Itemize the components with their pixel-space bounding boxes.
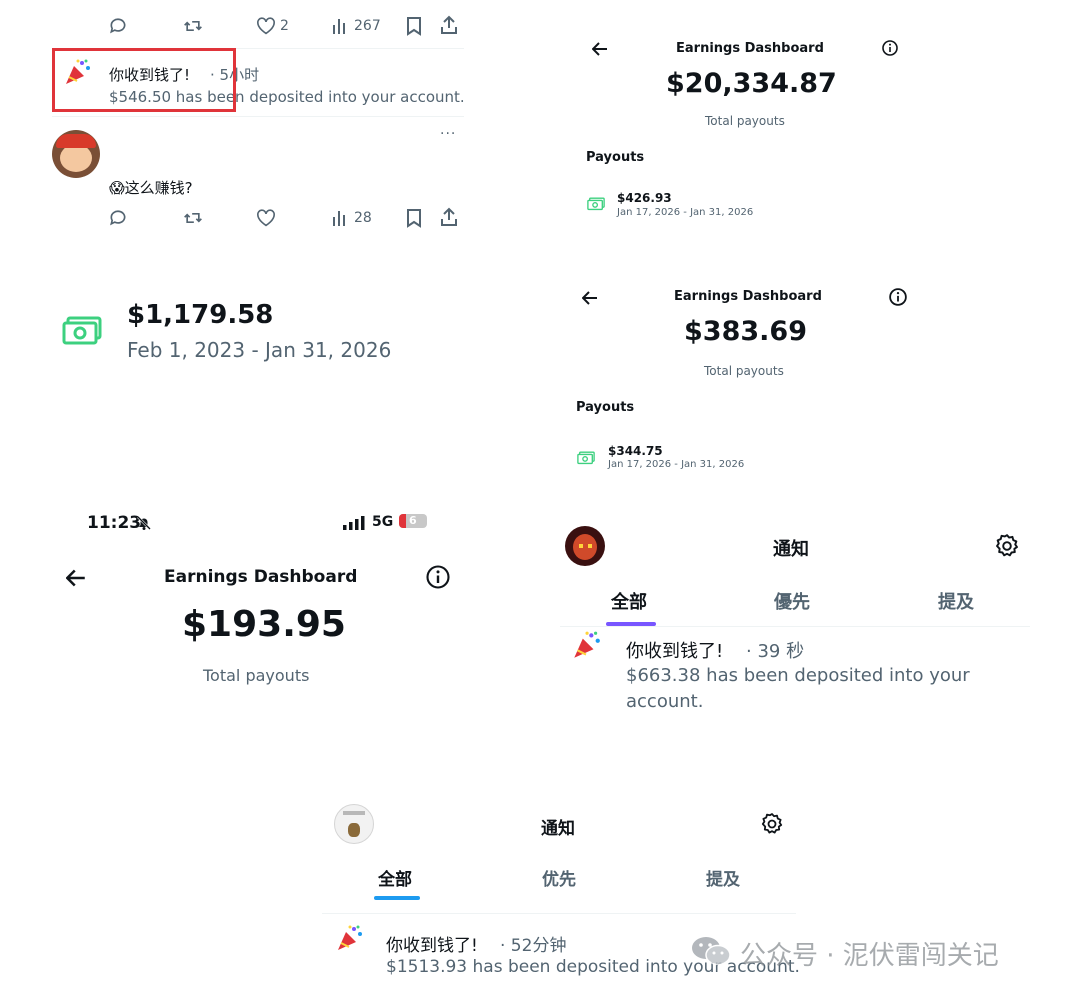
notification-body-line1: $663.38 has been deposited into your: [626, 665, 970, 686]
tab-all[interactable]: 全部: [378, 865, 412, 890]
payout-date-range: Feb 1, 2023 - Jan 31, 2026: [127, 338, 392, 362]
divider: [322, 913, 796, 914]
info-icon[interactable]: [889, 288, 907, 310]
notification-time: · 39 秒: [746, 641, 805, 662]
retweet-icon[interactable]: [182, 16, 204, 40]
avatar[interactable]: [565, 526, 605, 566]
wechat-icon: [690, 934, 732, 972]
like-icon[interactable]: [256, 209, 276, 231]
views-icon[interactable]: [332, 209, 350, 231]
battery-icon: 6: [399, 514, 427, 528]
avatar[interactable]: [52, 130, 100, 178]
tab-priority[interactable]: 优先: [542, 865, 576, 890]
dashboard-title: Earnings Dashboard: [674, 289, 822, 304]
notification-body-line2: account.: [626, 691, 704, 712]
bookmark-icon[interactable]: [406, 208, 422, 232]
earnings-dashboard-a: Earnings Dashboard $20,334.87 Total payo…: [580, 34, 910, 234]
notification-top[interactable]: 你收到钱了! · 5小时 $546.50 has been deposited …: [52, 48, 472, 118]
total-payouts-amount: $20,334.87: [666, 68, 837, 99]
payout-date-range: Jan 17, 2026 - Jan 31, 2026: [617, 207, 754, 218]
share-icon[interactable]: [440, 15, 458, 39]
settings-gear-icon[interactable]: [760, 812, 784, 840]
total-payouts-amount: $193.95: [182, 604, 346, 645]
view-count: 28: [354, 210, 372, 226]
battery-level: 6: [409, 514, 417, 527]
total-payouts-amount: $383.69: [684, 316, 807, 347]
tweet-card: ··· 😱这么赚钱? 28: [52, 122, 472, 232]
phone-earnings-screen: 11:23 5G 6 Earnings Dashboard $193.95 To…: [60, 508, 470, 698]
tab-all[interactable]: 全部: [611, 588, 647, 614]
page-title: 通知: [541, 819, 575, 839]
tweet-action-bar: 28: [108, 206, 468, 230]
tab-mentions[interactable]: 提及: [938, 588, 974, 614]
view-count: 267: [354, 18, 381, 34]
party-popper-icon: [570, 630, 602, 664]
avatar[interactable]: [334, 804, 374, 844]
like-icon[interactable]: [256, 17, 276, 39]
bookmark-icon[interactable]: [406, 16, 422, 40]
payout-amount: $1,179.58: [127, 300, 274, 330]
share-icon[interactable]: [440, 207, 458, 231]
payouts-section-title: Payouts: [576, 400, 635, 415]
status-time: 11:23: [87, 513, 142, 533]
mute-bell-icon: [136, 515, 152, 535]
cash-icon: [62, 315, 102, 351]
notifications-panel-a: 通知 全部 優先 提及 你收到钱了! · 39 秒 $663.38 has be…: [560, 520, 1030, 720]
info-icon[interactable]: [426, 565, 450, 593]
tab-priority[interactable]: 優先: [774, 588, 810, 614]
total-payouts-label: Total payouts: [203, 666, 310, 685]
earnings-dashboard-b: Earnings Dashboard $383.69 Total payouts…: [570, 282, 920, 482]
payout-amount: $344.75: [608, 444, 663, 458]
party-popper-icon: [334, 924, 364, 956]
dashboard-title: Earnings Dashboard: [676, 41, 824, 56]
cash-icon: [587, 196, 605, 215]
notification-title: 你收到钱了!: [386, 936, 478, 956]
total-payouts-label: Total payouts: [704, 364, 784, 378]
cash-icon: [577, 450, 595, 469]
more-options-icon[interactable]: ···: [440, 126, 456, 142]
info-icon[interactable]: [882, 40, 898, 60]
settings-gear-icon[interactable]: [994, 533, 1020, 563]
watermark-text: 公众号 · 泥伏雷闯关记: [740, 941, 999, 971]
network-label: 5G: [372, 514, 394, 530]
back-arrow-icon[interactable]: [591, 41, 608, 60]
back-arrow-icon[interactable]: [65, 569, 86, 591]
back-arrow-icon[interactable]: [581, 290, 598, 309]
page-title: 通知: [773, 539, 809, 560]
watermark: 公众号 · 泥伏雷闯关记: [690, 930, 1070, 974]
tweet-action-bar-top: 2 267: [108, 14, 468, 38]
divider: [52, 116, 464, 117]
divider: [560, 626, 1030, 627]
total-payouts-label: Total payouts: [705, 114, 785, 128]
notification-time: · 52分钟: [500, 936, 567, 956]
reply-icon[interactable]: [108, 208, 128, 232]
tweet-text: 😱这么赚钱?: [109, 179, 193, 197]
retweet-icon[interactable]: [182, 208, 204, 232]
like-count: 2: [280, 18, 289, 34]
payout-row-large: $1,179.58 Feb 1, 2023 - Jan 31, 2026: [60, 296, 460, 376]
payout-date-range: Jan 17, 2026 - Jan 31, 2026: [608, 459, 745, 470]
payout-amount: $426.93: [617, 191, 672, 205]
notification-title: 你收到钱了!: [626, 641, 724, 662]
tab-mentions[interactable]: 提及: [706, 865, 740, 890]
dashboard-title: Earnings Dashboard: [164, 567, 358, 587]
highlight-box: [52, 48, 236, 112]
signal-icon: [343, 515, 367, 534]
views-icon[interactable]: [332, 17, 350, 39]
payouts-section-title: Payouts: [586, 150, 645, 165]
reply-icon[interactable]: [108, 16, 128, 40]
tab-underline: [374, 896, 420, 900]
